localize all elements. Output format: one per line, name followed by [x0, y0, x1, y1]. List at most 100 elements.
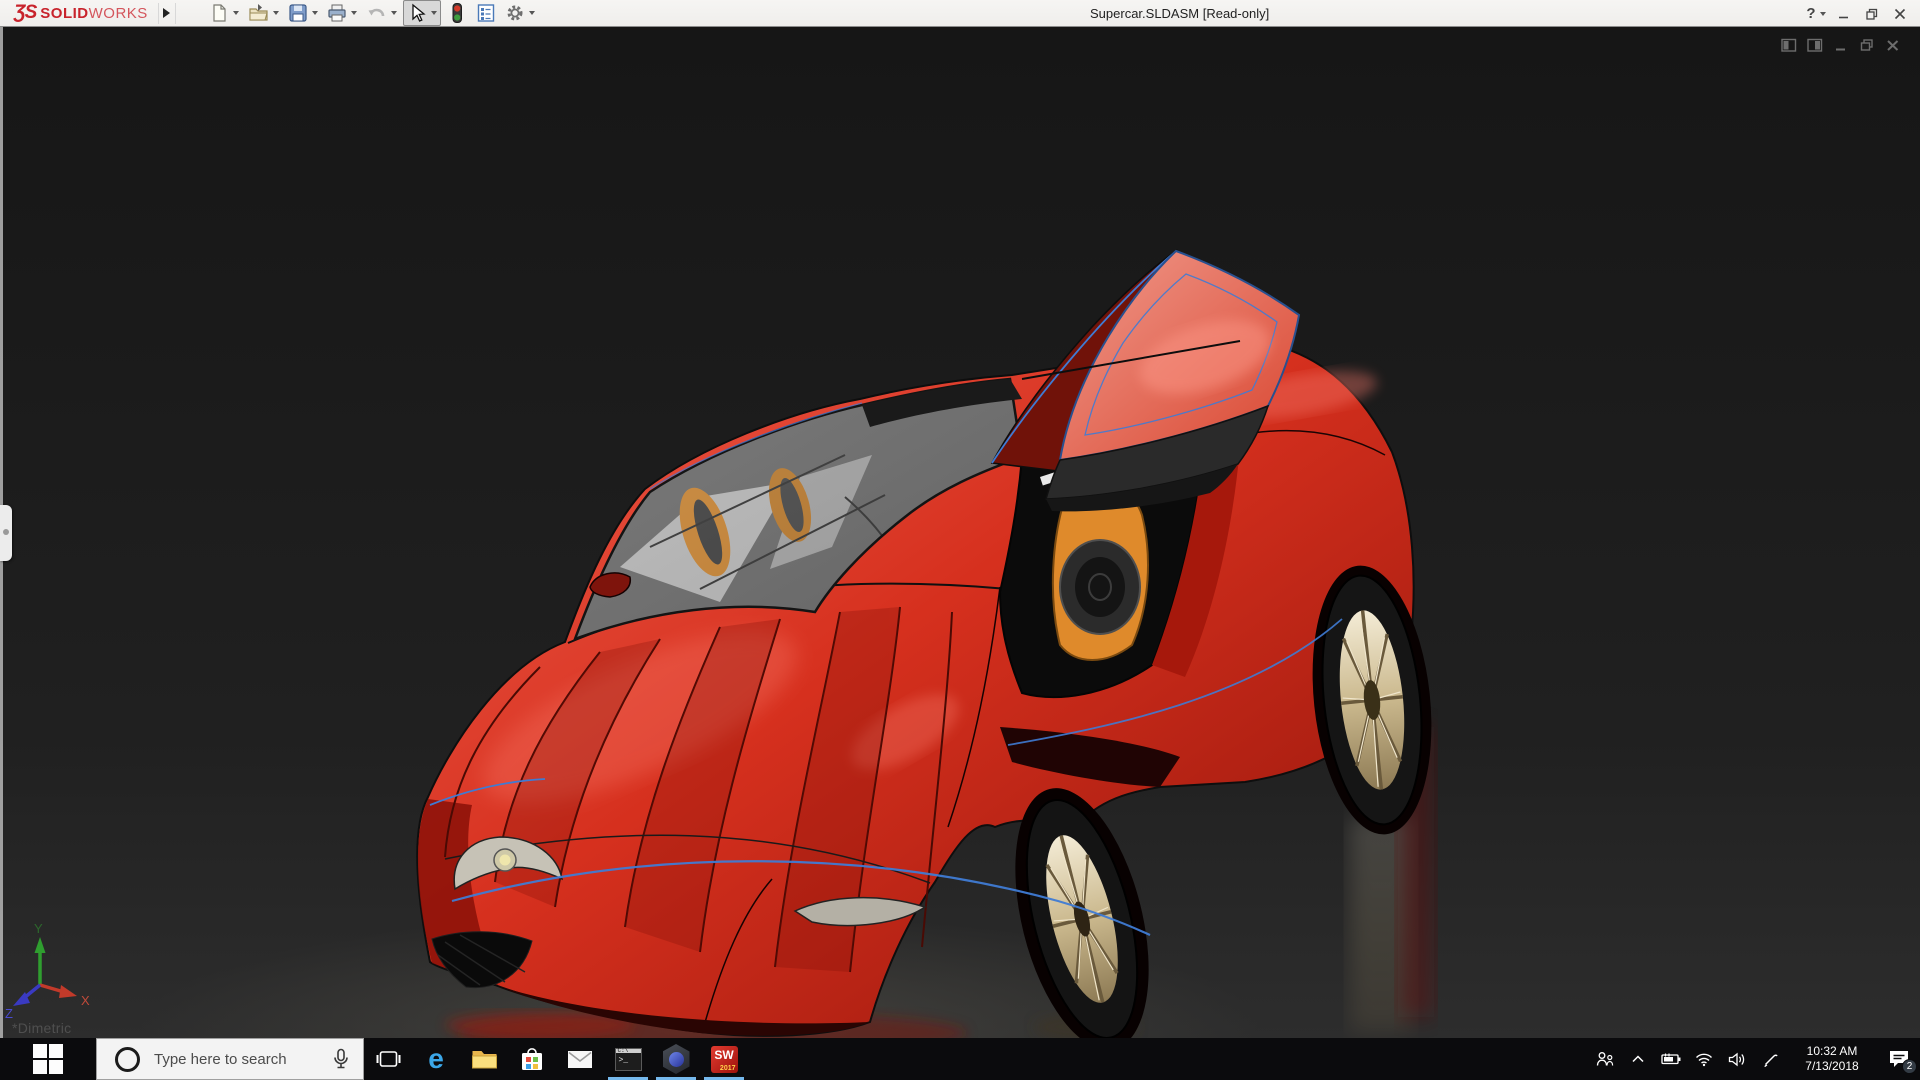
hexagon-app-button[interactable] — [652, 1038, 700, 1080]
solidworks-logo: ƷS SOLID WORKS — [0, 2, 158, 24]
tab-grip-dot — [3, 529, 9, 535]
dropdown-caret-icon — [529, 11, 535, 15]
open-button[interactable] — [245, 1, 282, 25]
view-orientation-label: *Dimetric — [12, 1020, 71, 1036]
undo-arrow-icon — [366, 3, 387, 23]
minimize-icon — [1837, 7, 1851, 21]
print-icon — [327, 3, 347, 23]
dropdown-caret-icon — [273, 11, 279, 15]
file-explorer-icon — [471, 1048, 498, 1070]
task-view-icon — [376, 1049, 401, 1069]
task-view-button[interactable] — [364, 1038, 412, 1080]
clock-time: 10:32 AM — [1807, 1044, 1858, 1059]
show-pane-right-button[interactable] — [1802, 35, 1828, 55]
system-tray: 10:32 AM 7/13/2018 2 — [1588, 1038, 1920, 1080]
search-placeholder: Type here to search — [154, 1051, 331, 1068]
quick-access-toolbar — [206, 0, 541, 26]
command-prompt-button[interactable]: C:\ >_ — [604, 1038, 652, 1080]
minimize-document-button[interactable] — [1828, 35, 1854, 55]
wifi-icon — [1694, 1051, 1714, 1067]
close-document-button[interactable] — [1880, 35, 1906, 55]
dropdown-caret-icon — [1820, 12, 1826, 16]
undo-button[interactable] — [363, 1, 400, 25]
solidworks-window: ƷS SOLID WORKS — [0, 0, 1920, 1080]
solidworks-2017-button[interactable]: SW 2017 — [700, 1038, 748, 1080]
document-window-controls — [1776, 35, 1906, 55]
microsoft-edge-button[interactable]: e — [412, 1038, 460, 1080]
dropdown-caret-icon — [391, 11, 397, 15]
titlebar: ƷS SOLID WORKS — [0, 0, 1920, 27]
dropdown-caret-icon — [312, 11, 318, 15]
dropdown-caret-icon — [233, 11, 239, 15]
microsoft-store-button[interactable] — [508, 1038, 556, 1080]
mail-button[interactable] — [556, 1038, 604, 1080]
help-button[interactable]: ? — [1802, 3, 1830, 25]
command-prompt-icon: C:\ >_ — [615, 1048, 642, 1071]
minimize-icon — [1833, 38, 1849, 53]
speaker-icon — [1727, 1051, 1747, 1068]
show-hidden-icons-button[interactable] — [1621, 1038, 1654, 1080]
action-center-button[interactable]: 2 — [1878, 1038, 1920, 1080]
microphone-icon[interactable] — [331, 1048, 351, 1070]
file-explorer-button[interactable] — [460, 1038, 508, 1080]
close-icon — [1885, 38, 1901, 53]
solidworks-2017-icon: SW 2017 — [711, 1046, 738, 1073]
window-title: Supercar.SLDASM [Read-only] — [1090, 0, 1269, 27]
select-cursor-icon — [407, 3, 427, 23]
restore-icon — [1865, 7, 1879, 21]
save-button[interactable] — [285, 1, 321, 25]
play-arrow-icon — [163, 8, 170, 18]
windows-taskbar: Type here to search e C:\ — [0, 1038, 1920, 1080]
windows-ink-button[interactable] — [1753, 1038, 1786, 1080]
graphics-viewport[interactable]: Y X Z *Dimetric — [0, 27, 1920, 1038]
feature-pane-collapsed-tab[interactable] — [0, 505, 12, 561]
start-button[interactable] — [0, 1038, 96, 1080]
rebuild-button[interactable] — [444, 0, 470, 26]
3d-model-supercar[interactable]: Y X Z — [0, 27, 1920, 1038]
window-controls: ? — [1802, 0, 1914, 27]
clock-date: 7/13/2018 — [1805, 1059, 1858, 1074]
triad-z-label: Z — [5, 1006, 13, 1021]
edge-icon: e — [428, 1045, 444, 1073]
ds-3s-mark: ƷS — [14, 2, 36, 24]
show-pane-left-button[interactable] — [1776, 35, 1802, 55]
options-button[interactable] — [502, 1, 538, 25]
print-button[interactable] — [324, 1, 360, 25]
close-icon — [1893, 7, 1907, 21]
file-properties-button[interactable] — [473, 1, 499, 25]
pane-left-icon — [1781, 38, 1797, 53]
minimize-button[interactable] — [1830, 3, 1858, 25]
cortana-icon — [115, 1047, 140, 1072]
new-document-button[interactable] — [206, 1, 242, 25]
triad-y-label: Y — [34, 921, 43, 936]
dropdown-caret-icon — [431, 11, 437, 15]
dropdown-caret-icon — [351, 11, 357, 15]
select-button[interactable] — [403, 0, 441, 26]
restore-button[interactable] — [1858, 3, 1886, 25]
windows-logo-icon — [33, 1044, 63, 1074]
volume-button[interactable] — [1720, 1038, 1753, 1080]
file-properties-icon — [476, 3, 496, 23]
new-document-icon — [209, 3, 229, 23]
chevron-up-icon — [1630, 1052, 1646, 1066]
pane-right-icon — [1807, 38, 1823, 53]
people-icon — [1595, 1050, 1615, 1068]
gear-icon — [505, 3, 525, 23]
microsoft-store-icon — [520, 1046, 544, 1072]
people-button[interactable] — [1588, 1038, 1621, 1080]
notification-badge: 2 — [1902, 1059, 1917, 1074]
battery-button[interactable] — [1654, 1038, 1687, 1080]
mail-icon — [567, 1050, 593, 1069]
taskbar-search-input[interactable]: Type here to search — [96, 1038, 364, 1080]
battery-charging-icon — [1660, 1051, 1682, 1067]
pen-icon — [1761, 1050, 1779, 1068]
close-button[interactable] — [1886, 3, 1914, 25]
restore-document-button[interactable] — [1854, 35, 1880, 55]
hexagon-app-icon — [663, 1044, 690, 1074]
taskbar-clock[interactable]: 10:32 AM 7/13/2018 — [1786, 1038, 1878, 1080]
wifi-button[interactable] — [1687, 1038, 1720, 1080]
triad-x-label: X — [81, 993, 90, 1008]
traffic-light-icon — [447, 2, 467, 24]
restore-icon — [1859, 38, 1875, 53]
menu-flyout-button[interactable] — [158, 3, 176, 24]
